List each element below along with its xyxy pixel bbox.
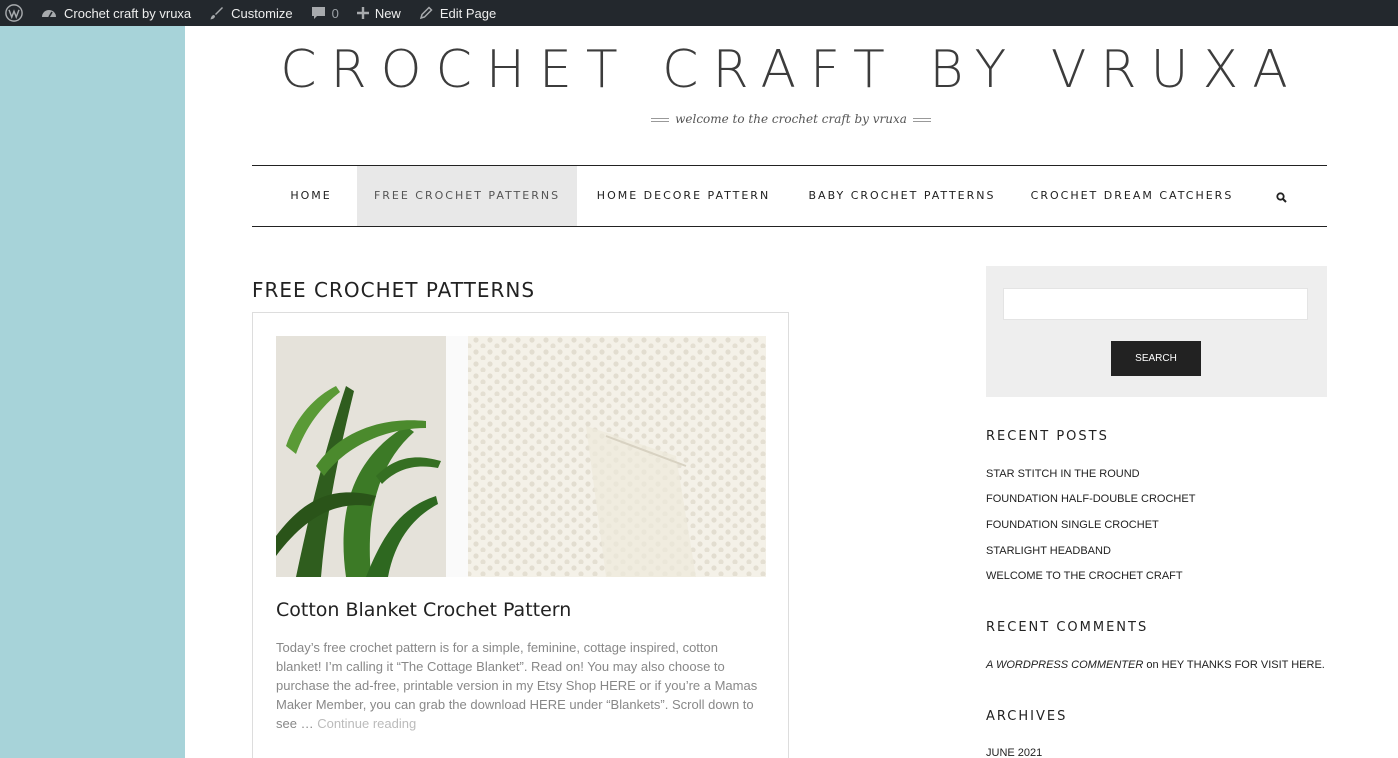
comment-author-link[interactable]: A WORDPRESS COMMENTER [986, 659, 1143, 671]
comment-icon [311, 6, 326, 20]
plus-icon [356, 7, 369, 19]
post-excerpt: Today’s free crochet pattern is for a si… [276, 638, 766, 733]
recent-posts-title: RECENT POSTS [986, 429, 1109, 444]
recent-comment: A WORDPRESS COMMENTER on HEY THANKS FOR … [986, 659, 1325, 671]
search-icon[interactable] [1276, 190, 1287, 208]
recent-post-link[interactable]: FOUNDATION HALF-DOUBLE CROCHET [986, 493, 1195, 505]
post-featured-image[interactable] [276, 336, 766, 577]
site-tagline: welcome to the crochet craft by vruxa [185, 112, 1397, 126]
site-name-label: Crochet craft by vruxa [64, 5, 192, 21]
new-label: New [374, 5, 401, 21]
dashboard-icon [41, 6, 57, 20]
edit-page-label: Edit Page [439, 5, 497, 21]
admin-new[interactable]: New [349, 0, 411, 26]
continue-reading-link[interactable]: Continue reading [317, 716, 416, 731]
archive-link[interactable]: JUNE 2021 [986, 747, 1042, 758]
wordpress-logo-icon[interactable] [0, 0, 33, 26]
archive-title: FREE CROCHET PATTERNS [252, 278, 536, 302]
post-title[interactable]: Cotton Blanket Crochet Pattern [276, 599, 571, 621]
recent-post-link[interactable]: STARLIGHT HEADBAND [986, 545, 1111, 557]
site-title[interactable]: CROCHET CRAFT BY VRUXA [185, 40, 1397, 100]
pencil-icon [419, 6, 433, 20]
admin-edit-page[interactable]: Edit Page [411, 0, 506, 26]
search-input[interactable] [1003, 288, 1308, 320]
nav-item-home[interactable]: HOME [278, 166, 344, 226]
comment-count: 0 [331, 5, 339, 21]
recent-comments-title: RECENT COMMENTS [986, 620, 1149, 635]
comment-post-link[interactable]: HEY THANKS FOR VISIT HERE. [1162, 659, 1325, 671]
post-card: Cotton Blanket Crochet Pattern Today’s f… [252, 312, 789, 758]
recent-post-link[interactable]: FOUNDATION SINGLE CROCHET [986, 519, 1159, 531]
recent-post-link[interactable]: STAR STITCH IN THE ROUND [986, 468, 1140, 480]
recent-post-link[interactable]: WELCOME TO THE CROCHET CRAFT [986, 570, 1183, 582]
admin-customize[interactable]: Customize [201, 0, 302, 26]
search-button[interactable]: SEARCH [1111, 341, 1201, 376]
archives-title: ARCHIVES [986, 709, 1068, 724]
nav-item-crochet-dream-catchers[interactable]: CROCHET DREAM CATCHERS [1027, 166, 1237, 226]
tagline-dash-left [651, 117, 670, 122]
admin-bar: Crochet craft by vruxa Customize 0 New E… [0, 0, 1398, 26]
main-navigation: HOME FREE CROCHET PATTERNS HOME DECORE P… [252, 165, 1327, 227]
tagline-dash-right [912, 117, 931, 122]
customize-label: Customize [231, 5, 293, 21]
comment-on-text: on [1146, 659, 1159, 671]
tagline-text: welcome to the crochet craft by vruxa [675, 112, 907, 126]
admin-site-name[interactable]: Crochet craft by vruxa [33, 0, 201, 26]
nav-item-home-decore-pattern[interactable]: HOME DECORE PATTERN [591, 166, 776, 226]
admin-comments[interactable]: 0 [303, 0, 349, 26]
search-widget: SEARCH [986, 266, 1327, 397]
paintbrush-icon [209, 6, 224, 21]
nav-item-baby-crochet-patterns[interactable]: BABY CROCHET PATTERNS [802, 166, 1002, 226]
page-container: CROCHET CRAFT BY VRUXA welcome to the cr… [185, 26, 1397, 758]
nav-item-free-crochet-patterns[interactable]: FREE CROCHET PATTERNS [357, 166, 577, 226]
